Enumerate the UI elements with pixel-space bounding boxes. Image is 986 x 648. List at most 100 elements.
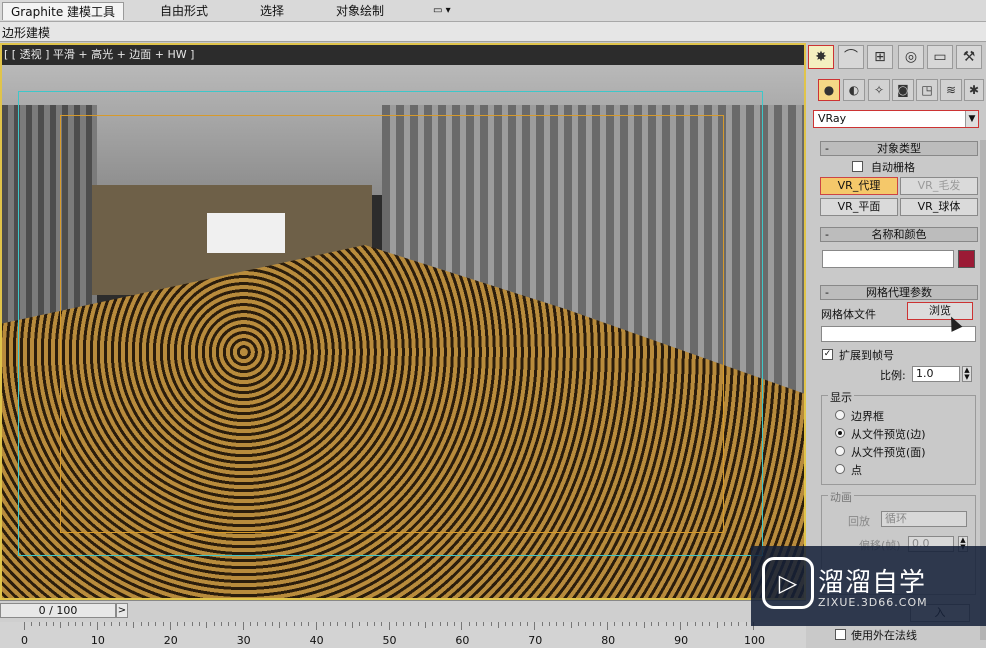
object-color-swatch[interactable] <box>958 250 975 268</box>
ruler-tick <box>731 622 733 626</box>
ruler-tick <box>96 622 98 630</box>
tab-freeform[interactable]: 自由形式 <box>152 2 216 20</box>
lights-icon[interactable]: ✧ <box>868 79 890 101</box>
ruler-tick <box>381 622 383 626</box>
ruler-tick <box>512 622 514 626</box>
ruler-label: 90 <box>674 634 689 647</box>
expand-frames-checkbox[interactable]: ✓ <box>822 349 833 360</box>
ruler-tick <box>184 622 186 626</box>
ruler-tick <box>519 622 521 626</box>
display-monitor-icon[interactable]: ▭ <box>927 45 953 69</box>
ruler-tick <box>67 622 69 626</box>
hierarchy-icon[interactable]: ⊞ <box>867 45 893 69</box>
tab-selection[interactable]: 选择 <box>252 2 292 20</box>
mesh-proxy-title: 网格代理参数 <box>866 286 932 299</box>
ruler-tick <box>629 622 631 626</box>
polygon-modeling-label[interactable]: 边形建模 <box>2 24 50 41</box>
ruler-tick <box>60 622 62 628</box>
vr-sphere-button[interactable]: VR_球体 <box>900 198 978 216</box>
ruler-tick <box>111 622 113 626</box>
ruler-tick <box>352 622 354 628</box>
ruler-tick <box>89 622 91 626</box>
bounding-box-radio[interactable] <box>835 410 845 420</box>
vr-fur-button[interactable]: VR_毛发 <box>900 177 978 195</box>
create-sun-icon[interactable]: ✸ <box>808 45 834 69</box>
cameras-icon[interactable]: ◙ <box>892 79 914 101</box>
ruler-tick <box>643 622 645 628</box>
playback-label: 回放 <box>848 515 870 528</box>
tab-object-paint[interactable]: 对象绘制 <box>328 2 392 20</box>
display-group-label: 显示 <box>828 389 854 405</box>
point-label: 点 <box>851 464 862 477</box>
ruler-tick <box>388 622 390 630</box>
ruler-label: 10 <box>90 634 105 647</box>
ruler-tick <box>621 622 623 626</box>
ruler-tick <box>694 622 696 626</box>
bounding-box-label: 边界框 <box>851 410 884 423</box>
ruler-tick <box>446 622 448 626</box>
tab-graphite[interactable]: Graphite 建模工具 <box>2 2 125 20</box>
playback-select[interactable]: 循环 <box>881 511 967 527</box>
ruler-tick <box>665 622 667 626</box>
perspective-viewport[interactable]: [ [ 透视 ] 平滑 + 高光 + 边面 + HW ] <box>0 43 806 600</box>
preview-faces-radio[interactable] <box>835 446 845 456</box>
ruler-tick <box>82 622 84 626</box>
systems-gear-icon[interactable]: ✱ <box>964 79 984 101</box>
autogrid-checkbox[interactable] <box>852 161 863 172</box>
mesh-proxy-rollout-header[interactable]: - 网格代理参数 <box>820 285 978 300</box>
ribbon-panel-bar: 边形建模 <box>0 22 986 42</box>
utilities-hammer-icon[interactable]: ⚒ <box>956 45 982 69</box>
scale-spinner[interactable]: ▲ ▼ <box>962 366 972 382</box>
scale-input[interactable]: 1.0 <box>912 366 960 382</box>
time-slider[interactable]: 0 / 100 <box>0 603 116 618</box>
ruler-tick <box>45 622 47 626</box>
next-frame-button[interactable]: > <box>116 603 128 618</box>
external-normals-checkbox[interactable] <box>835 629 846 640</box>
ruler-tick <box>672 622 674 626</box>
ruler-tick <box>264 622 266 626</box>
motion-icon[interactable]: ◎ <box>898 45 924 69</box>
ruler-tick <box>198 622 200 626</box>
ruler-tick <box>548 622 550 626</box>
ruler-tick <box>483 622 485 626</box>
viewport-label[interactable]: [ [ 透视 ] 平滑 + 高光 + 边面 + HW ] <box>4 46 194 62</box>
modify-curve-icon[interactable]: ⌒ <box>838 45 864 69</box>
ruler-label: 100 <box>744 634 765 647</box>
category-dropdown[interactable]: VRay <box>813 110 979 128</box>
ruler-tick <box>162 622 164 626</box>
geometry-sphere-icon[interactable]: ● <box>818 79 840 101</box>
helpers-icon[interactable]: ◳ <box>916 79 938 101</box>
ruler-tick <box>322 622 324 626</box>
object-name-field[interactable] <box>822 250 954 268</box>
spacewarps-icon[interactable]: ≋ <box>940 79 962 101</box>
ruler-tick <box>366 622 368 626</box>
autogrid-label: 自动栅格 <box>871 161 915 174</box>
ruler-tick <box>31 622 33 626</box>
ruler-tick <box>235 622 237 626</box>
chevron-down-icon[interactable]: ▼ <box>965 111 978 127</box>
ruler-tick <box>403 622 405 626</box>
display-dropdown-icon[interactable]: ▭ ▾ <box>425 2 459 20</box>
ruler-tick <box>286 622 288 626</box>
browse-button[interactable]: 浏览 <box>907 302 973 320</box>
point-radio[interactable] <box>835 464 845 474</box>
ruler-tick <box>38 622 40 626</box>
ruler-tick <box>359 622 361 626</box>
ruler-tick <box>599 622 601 626</box>
ruler-tick <box>570 622 572 628</box>
ruler-tick <box>461 622 463 630</box>
ruler-tick <box>169 622 171 630</box>
track-bar-ruler[interactable]: 0 10 20 30 40 50 60 70 80 90 100 <box>0 622 806 648</box>
ruler-tick <box>658 622 660 626</box>
shapes-icon[interactable]: ◐ <box>843 79 865 101</box>
name-color-rollout-header[interactable]: - 名称和颜色 <box>820 227 978 242</box>
ruler-tick <box>220 622 222 626</box>
object-type-rollout-header[interactable]: - 对象类型 <box>820 141 978 156</box>
preview-edges-radio[interactable] <box>835 428 845 438</box>
watermark-url: ZIXUE.3D66.COM <box>818 596 928 609</box>
ruler-tick <box>126 622 128 626</box>
ruler-tick <box>578 622 580 626</box>
vr-proxy-button[interactable]: VR_代理 <box>820 177 898 195</box>
vr-plane-button[interactable]: VR_平面 <box>820 198 898 216</box>
ruler-tick <box>636 622 638 626</box>
